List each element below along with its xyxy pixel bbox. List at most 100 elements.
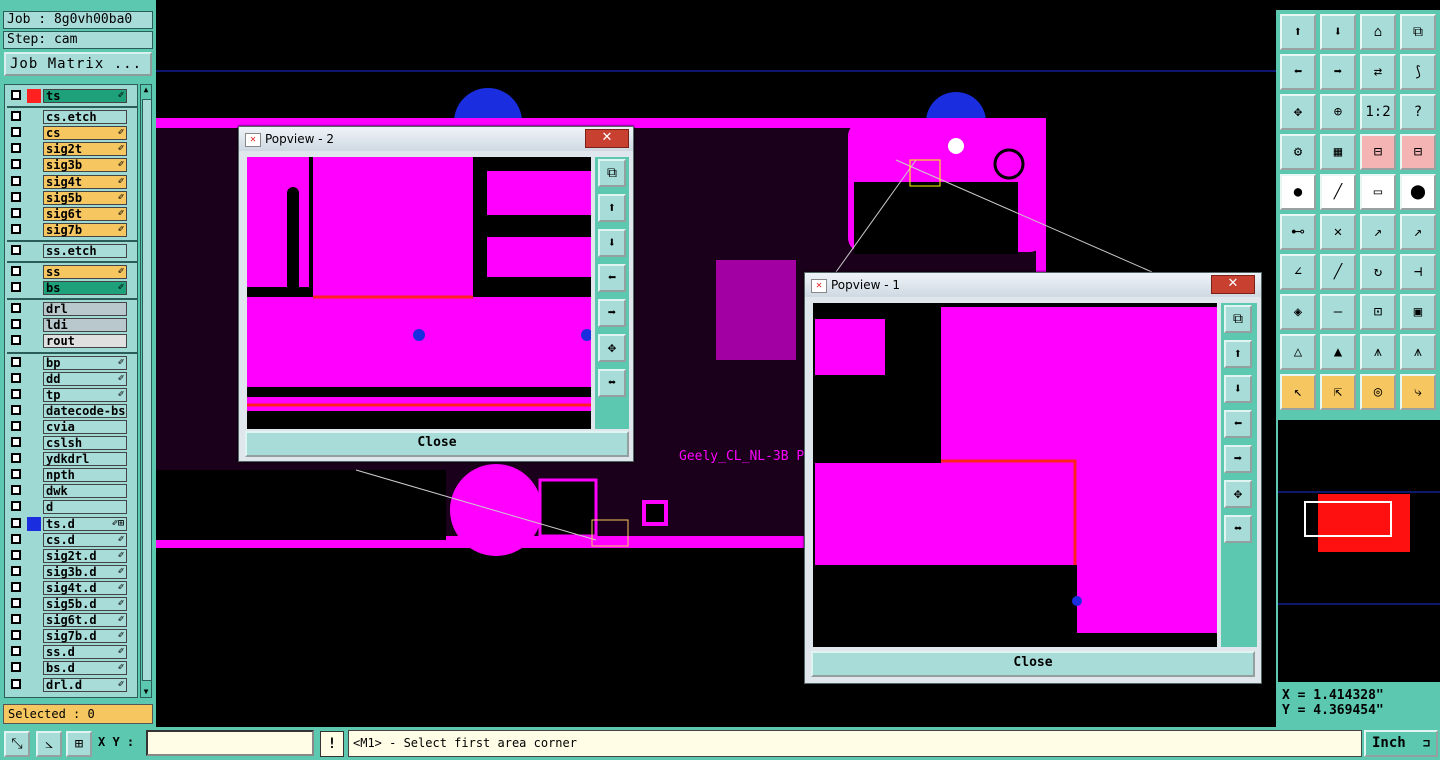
layer-color-swatch[interactable]: [27, 436, 41, 450]
layer-name[interactable]: drl.d ✐: [43, 677, 127, 692]
pan-left-icon[interactable]: ⬅: [598, 264, 626, 292]
layer-color-swatch[interactable]: [27, 468, 41, 482]
layer-name[interactable]: ydkdrl: [43, 452, 127, 467]
layer-row[interactable]: cslsh: [7, 436, 137, 450]
layer-checkbox[interactable]: [11, 662, 21, 673]
layer-checkbox[interactable]: [11, 533, 21, 544]
layer-row[interactable]: sig4t ✐: [7, 174, 137, 189]
layer-row[interactable]: ss.etch: [7, 243, 137, 258]
layer-row[interactable]: npth: [7, 468, 137, 483]
layer-name[interactable]: sig7b ✐: [43, 222, 127, 237]
layer-checkbox[interactable]: [11, 646, 21, 657]
pad-group-icon[interactable]: ▣: [1400, 294, 1436, 330]
triangle-filled-icon[interactable]: ▲: [1320, 334, 1356, 370]
snap-icon[interactable]: ⤡: [4, 731, 30, 757]
ruler-icon[interactable]: ▭: [1360, 174, 1396, 210]
netlist-icon[interactable]: ⊟: [1360, 134, 1396, 170]
layer-name[interactable]: sig6t.d ✐: [43, 613, 127, 628]
layer-checkbox[interactable]: [11, 581, 21, 592]
xy-input[interactable]: [146, 730, 314, 756]
layer-list-scrollbar[interactable]: ▲ ▼: [140, 84, 152, 698]
layer-name[interactable]: sig4t ✐: [43, 174, 127, 189]
layer-row[interactable]: ydkdrl: [7, 452, 137, 467]
layer-checkbox[interactable]: [11, 372, 21, 383]
layer-color-swatch[interactable]: [27, 89, 41, 103]
layer-checkbox[interactable]: [11, 517, 21, 528]
layer-color-swatch[interactable]: [27, 565, 41, 579]
layer-row[interactable]: sig6t.d ✐: [7, 613, 137, 628]
drill-icon[interactable]: ◈: [1280, 294, 1316, 330]
layer-checkbox[interactable]: [11, 453, 21, 464]
layer-row[interactable]: bs ✐: [7, 281, 137, 296]
layer-checkbox[interactable]: [11, 437, 21, 447]
layer-row[interactable]: sig2t.d ✐: [7, 548, 137, 563]
layer-row[interactable]: d: [7, 500, 137, 515]
layer-color-swatch[interactable]: [27, 613, 41, 627]
layer-name[interactable]: datecode-bs: [43, 403, 127, 418]
layer-row[interactable]: cvia: [7, 419, 137, 434]
layer-row[interactable]: sig7b ✐: [7, 222, 137, 237]
layer-name[interactable]: cs ✐: [43, 126, 127, 141]
scale-icon[interactable]: 1:2: [1360, 94, 1396, 130]
layer-name[interactable]: ss.etch: [43, 243, 127, 258]
layer-row[interactable]: bs.d ✐: [7, 661, 137, 676]
popview-2-close-button[interactable]: Close: [245, 431, 629, 457]
compare-icon[interactable]: ⊟: [1400, 134, 1436, 170]
home-icon[interactable]: ⌂: [1360, 14, 1396, 50]
connect-icon[interactable]: ⊷: [1280, 214, 1316, 250]
pan-down-icon[interactable]: ⬇: [598, 229, 626, 257]
layer-row[interactable]: sig5b.d ✐: [7, 597, 137, 611]
layer-name[interactable]: bp ✐: [43, 355, 127, 370]
scroll-down-icon[interactable]: ▼: [141, 687, 151, 697]
layer-name[interactable]: sig5b.d ✐: [43, 597, 127, 611]
layer-color-swatch[interactable]: [27, 191, 41, 205]
scroll-up-icon[interactable]: ▲: [141, 85, 151, 95]
layer-color-swatch[interactable]: [27, 302, 41, 316]
arrow-icon[interactable]: ↗: [1400, 214, 1436, 250]
minus-icon[interactable]: —: [1320, 294, 1356, 330]
layer-checkbox[interactable]: [11, 191, 21, 202]
layer-name[interactable]: drl: [43, 302, 127, 317]
layer-checkbox[interactable]: [11, 614, 21, 625]
layer-row[interactable]: drl: [7, 302, 137, 317]
layer-row[interactable]: cs.d ✐: [7, 532, 137, 547]
rotate-icon[interactable]: ↻: [1360, 254, 1396, 290]
layer-checkbox[interactable]: [11, 159, 21, 170]
pan-right-icon[interactable]: ➡: [1224, 445, 1252, 473]
layer-color-swatch[interactable]: [27, 661, 41, 675]
layer-checkbox[interactable]: [11, 111, 21, 122]
layer-checkbox[interactable]: [11, 335, 21, 346]
layer-checkbox[interactable]: [11, 420, 21, 431]
layer-row[interactable]: dd ✐: [7, 371, 137, 386]
layer-name[interactable]: sig3b.d ✐: [43, 564, 127, 579]
layer-checkbox[interactable]: [11, 207, 21, 218]
grid-icon[interactable]: ⊞: [66, 731, 92, 757]
layer-name[interactable]: ts ✐: [43, 89, 127, 103]
move-right-icon[interactable]: ➡: [1320, 54, 1356, 90]
layer-checkbox[interactable]: [11, 485, 21, 496]
popview-2-view[interactable]: [247, 157, 591, 429]
layer-color-swatch[interactable]: [27, 142, 41, 156]
zoom-in-icon[interactable]: ✥: [598, 334, 626, 362]
layer-checkbox[interactable]: [11, 127, 21, 138]
layer-name[interactable]: sig2t.d ✐: [43, 548, 127, 563]
pan-right-icon[interactable]: ➡: [598, 299, 626, 327]
layer-row[interactable]: dwk: [7, 484, 137, 499]
layer-checkbox[interactable]: [11, 388, 21, 399]
layer-color-swatch[interactable]: [27, 223, 41, 237]
zoom-center-icon[interactable]: ⊕: [1320, 94, 1356, 130]
layer-row[interactable]: rout: [7, 334, 137, 349]
layer-row[interactable]: ts.d ✐⊞: [7, 516, 137, 531]
layer-row[interactable]: sig4t.d ✐: [7, 580, 137, 595]
move-up-icon[interactable]: ⬆: [1280, 14, 1316, 50]
layer-checkbox[interactable]: [11, 282, 21, 293]
zoom-out-icon[interactable]: ⬌: [598, 369, 626, 397]
layer-color-swatch[interactable]: [27, 318, 41, 332]
cross-icon[interactable]: ✕: [1320, 214, 1356, 250]
layer-color-swatch[interactable]: [27, 175, 41, 189]
triangle-icon[interactable]: △: [1280, 334, 1316, 370]
line-icon[interactable]: ╱: [1320, 174, 1356, 210]
zoom-home-icon[interactable]: ✥: [1280, 94, 1316, 130]
layer-name[interactable]: rout: [43, 334, 127, 349]
layer-checkbox[interactable]: [11, 90, 21, 100]
